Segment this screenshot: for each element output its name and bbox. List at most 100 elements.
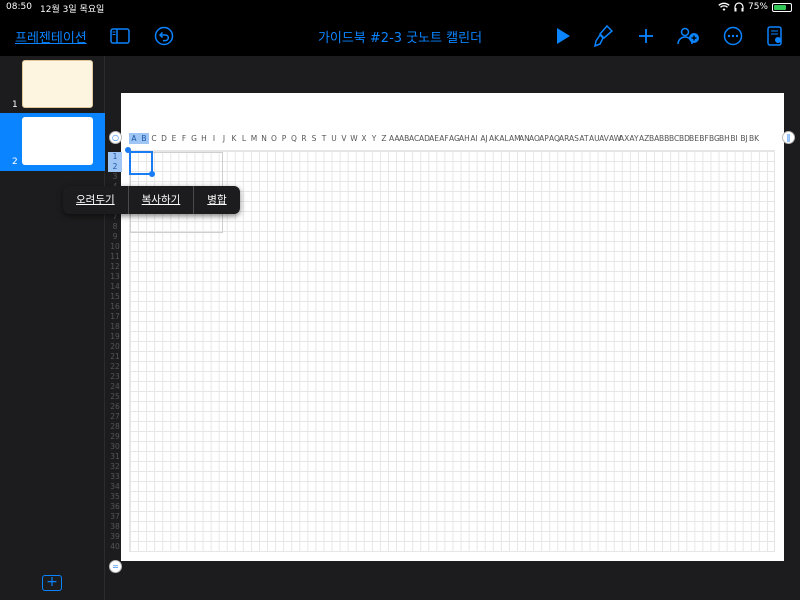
column-header[interactable]: AW [609,133,621,144]
row-header[interactable]: 32 [108,462,122,472]
column-header[interactable]: AD [419,133,430,144]
row-header[interactable]: 34 [108,482,122,492]
column-header[interactable]: G [189,133,199,144]
column-header[interactable]: I [209,133,219,144]
column-header[interactable]: BH [719,133,730,144]
row-header[interactable]: 14 [108,282,122,292]
row-header[interactable]: 3 [108,172,122,182]
column-header[interactable]: AC [409,133,419,144]
merge-menu-item[interactable]: 병합 [194,186,239,214]
column-header[interactable]: AK [489,133,499,144]
row-header[interactable]: 13 [108,272,122,282]
row-header[interactable]: 23 [108,372,122,382]
column-header[interactable]: O [269,133,279,144]
column-header[interactable]: AJ [479,133,489,144]
row-header[interactable]: 16 [108,302,122,312]
row-header[interactable]: 29 [108,432,122,442]
column-header[interactable]: Y [369,133,379,144]
column-header[interactable]: E [169,133,179,144]
column-header[interactable]: P [279,133,289,144]
column-header[interactable]: AG [449,133,460,144]
column-header[interactable]: AN [519,133,530,144]
column-header[interactable]: AX [619,133,629,144]
row-header[interactable]: 36 [108,502,122,512]
column-header[interactable]: V [339,133,349,144]
column-header[interactable]: L [239,133,249,144]
column-header[interactable]: X [359,133,369,144]
collaborate-icon[interactable] [676,24,700,48]
sidebar-icon[interactable] [108,24,132,48]
add-column-button[interactable]: ‖ [782,131,795,144]
column-header[interactable]: BE [689,133,699,144]
column-header[interactable]: J [219,133,229,144]
column-header[interactable]: D [159,133,169,144]
column-headers[interactable]: A B C D E F G H I J K L M N O P Q R S T U V W X Y Z AA AB AC AD AE AF AG… [129,133,775,144]
row-header[interactable]: 15 [108,292,122,302]
row-header[interactable]: 20 [108,342,122,352]
selection-handle-top-left[interactable] [125,147,131,153]
row-header[interactable]: 2 [108,162,122,172]
row-header[interactable]: 39 [108,532,122,542]
column-header[interactable]: BA [649,133,659,144]
column-header[interactable]: BK [749,133,759,144]
column-header[interactable]: W [349,133,359,144]
row-header[interactable]: 11 [108,252,122,262]
column-header[interactable]: B [139,133,149,144]
row-header[interactable]: 28 [108,422,122,432]
column-header[interactable]: AF [439,133,449,144]
column-header[interactable]: Z [379,133,389,144]
row-header[interactable]: 19 [108,332,122,342]
column-header[interactable]: Q [289,133,299,144]
column-header[interactable]: AM [509,133,521,144]
column-header[interactable]: AS [569,133,579,144]
column-header[interactable]: T [319,133,329,144]
column-header[interactable]: BI [729,133,739,144]
add-icon[interactable] [634,24,658,48]
row-header[interactable]: 24 [108,382,122,392]
row-header[interactable]: 8 [108,222,122,232]
row-header[interactable]: 38 [108,522,122,532]
row-header[interactable]: 33 [108,472,122,482]
column-header[interactable]: AO [529,133,540,144]
selection-handle-bottom-right[interactable] [149,171,155,177]
row-header[interactable]: 9 [108,232,122,242]
add-row-button[interactable]: = [109,560,122,573]
presentations-back-button[interactable]: 프레젠테이션 [15,27,87,46]
row-header[interactable]: 35 [108,492,122,502]
column-header[interactable]: AA [389,133,399,144]
row-header[interactable]: 27 [108,412,122,422]
column-header[interactable]: AE [429,133,439,144]
row-header[interactable]: 40 [108,542,122,552]
column-header[interactable]: BB [659,133,669,144]
column-header[interactable]: BG [709,133,720,144]
undo-icon[interactable] [152,24,176,48]
row-header[interactable]: 31 [108,452,122,462]
slide-thumbnail-1[interactable]: 1 [0,56,105,114]
column-header[interactable]: BD [679,133,690,144]
column-header[interactable]: AT [579,133,589,144]
add-slide-button[interactable]: + [42,575,62,591]
column-header[interactable]: AL [499,133,509,144]
column-header[interactable]: AR [559,133,569,144]
column-header[interactable]: BF [699,133,709,144]
column-header[interactable]: AZ [639,133,649,144]
column-header[interactable]: A [129,133,139,144]
row-header[interactable]: 21 [108,352,122,362]
row-header[interactable]: 18 [108,322,122,332]
column-header[interactable]: AY [629,133,639,144]
column-header[interactable]: AB [399,133,409,144]
column-header[interactable]: AH [459,133,470,144]
column-header[interactable]: N [259,133,269,144]
column-header[interactable]: R [299,133,309,144]
format-brush-icon[interactable] [591,24,615,48]
document-title[interactable]: 가이드북 #2-3 굿노트 캘린더 [300,27,500,46]
column-header[interactable]: AP [539,133,549,144]
column-header[interactable]: AQ [549,133,560,144]
row-header[interactable]: 26 [108,402,122,412]
cut-menu-item[interactable]: 오려두기 [63,186,128,214]
column-header[interactable]: BC [669,133,679,144]
column-header[interactable]: AI [469,133,479,144]
column-header[interactable]: U [329,133,339,144]
row-header[interactable]: 12 [108,262,122,272]
column-header[interactable]: C [149,133,159,144]
